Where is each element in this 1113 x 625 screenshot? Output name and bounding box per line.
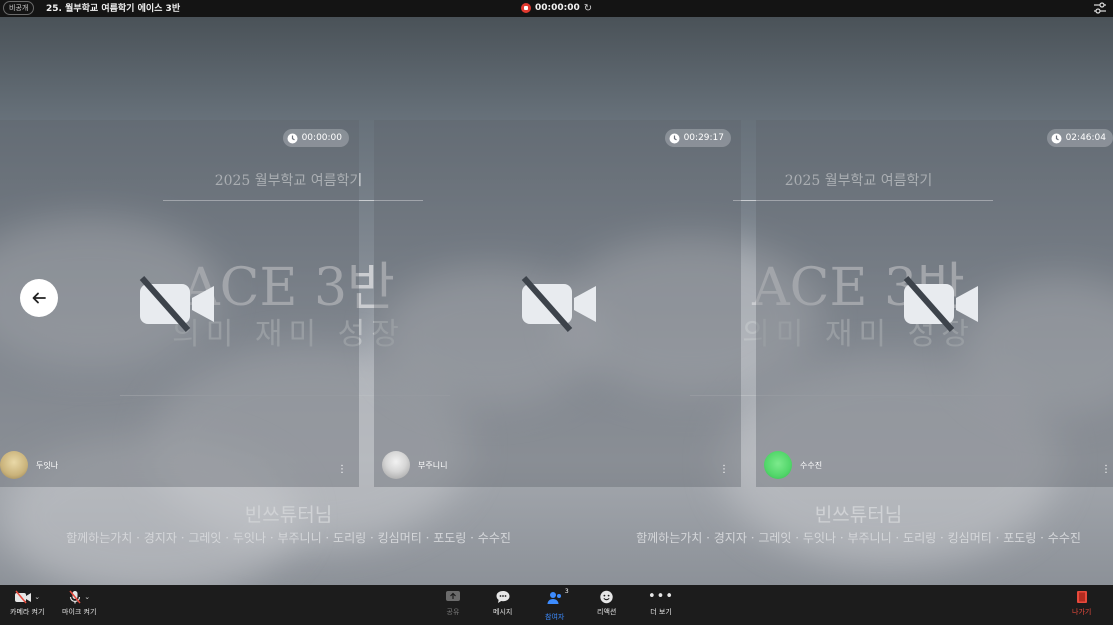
- clock-icon: [669, 133, 680, 143]
- participant-tile[interactable]: 00:29:17 부주니니 ⋮: [374, 120, 741, 487]
- camera-label: 카메라 켜기: [10, 608, 45, 616]
- clock-icon: [1051, 133, 1062, 143]
- avatar: [764, 451, 792, 479]
- share-screen-icon: [446, 591, 460, 601]
- participants-icon: [547, 592, 561, 604]
- meeting-toolbar: ⌄ 카메라 켜기 ⌄ 마이크 켜기 공유 메시지 3 참여자 리액션 ••• 더…: [0, 585, 1113, 625]
- avatar: [382, 451, 410, 479]
- clock-icon: [287, 133, 298, 143]
- more-horizontal-icon: •••: [648, 589, 675, 604]
- camera-off-icon: [903, 276, 978, 332]
- slide-members: 함께하는가치 · 경지자 · 그레잇 · 두잇나 · 부주니니 · 도리링 · …: [636, 531, 1081, 545]
- participant-name: 수수진: [800, 460, 823, 470]
- camera-off-icon: [15, 590, 32, 604]
- smile-icon: [600, 590, 613, 604]
- participants-count: 3: [564, 588, 569, 595]
- record-icon: [521, 3, 531, 13]
- reactions-button[interactable]: 리액션: [597, 590, 616, 617]
- chevron-down-icon[interactable]: ⌄: [84, 593, 90, 601]
- messages-button[interactable]: 메시지: [493, 590, 512, 617]
- leave-button[interactable]: 나가기: [1072, 590, 1091, 617]
- camera-off-icon: [521, 276, 596, 332]
- tile-timer: 00:29:17: [664, 129, 731, 147]
- participants-button[interactable]: 3 참여자: [545, 588, 569, 622]
- more-label: 더 보기: [650, 608, 672, 616]
- more-vertical-icon[interactable]: ⋮: [337, 464, 347, 475]
- participants-label: 참여자: [545, 613, 565, 621]
- arrow-left-icon: [32, 292, 46, 304]
- reactions-label: 리액션: [597, 608, 617, 616]
- participant-name: 부주니니: [418, 460, 448, 470]
- more-button[interactable]: ••• 더 보기: [648, 590, 674, 617]
- privacy-badge: 비공개: [3, 1, 35, 15]
- mic-label: 마이크 켜기: [62, 608, 97, 616]
- slide-members: 함께하는가치 · 경지자 · 그레잇 · 두잇나 · 부주니니 · 도리링 · …: [66, 531, 511, 545]
- slide-team: 빈쓰튜터님: [814, 504, 903, 526]
- timer-text: 02:46:04: [1065, 133, 1106, 143]
- more-vertical-icon[interactable]: ⋮: [1101, 464, 1111, 475]
- camera-off-icon: [139, 276, 214, 332]
- avatar: [0, 451, 28, 479]
- recording-indicator[interactable]: 00:00:00 ↻: [521, 0, 592, 16]
- leave-label: 나가기: [1072, 608, 1092, 616]
- timer-text: 00:00:00: [301, 133, 342, 143]
- tile-timer: 02:46:04: [1046, 129, 1113, 147]
- share-label: 공유: [446, 608, 460, 616]
- recording-time: 00:00:00: [535, 3, 580, 13]
- settings-sliders-icon[interactable]: [1093, 1, 1107, 15]
- mic-button[interactable]: ⌄ 마이크 켜기: [62, 590, 96, 617]
- participant-label: 두잇나: [0, 451, 58, 479]
- participant-label: 수수진: [764, 451, 822, 479]
- participant-label: 부주니니: [382, 451, 447, 479]
- slide-team: 빈쓰튜터님: [244, 504, 333, 526]
- share-button[interactable]: 공유: [445, 590, 461, 617]
- previous-page-button[interactable]: [20, 279, 58, 317]
- camera-button[interactable]: ⌄ 카메라 켜기: [10, 590, 44, 617]
- chevron-down-icon[interactable]: ⌄: [34, 593, 40, 601]
- top-bar: 비공개 25. 월부학교 여름학기 에이스 3반 00:00:00 ↻: [0, 0, 1113, 17]
- participant-name: 두잇나: [36, 460, 59, 470]
- leave-door-icon: [1076, 591, 1087, 603]
- messages-label: 메시지: [493, 608, 513, 616]
- participant-tile[interactable]: 02:46:04 수수진 ⋮: [756, 120, 1113, 487]
- timer-text: 00:29:17: [683, 133, 724, 143]
- refresh-icon[interactable]: ↻: [584, 3, 592, 14]
- mic-off-icon: [69, 590, 81, 604]
- video-stage: 2025 월부학교 여름학기 ACE 3반 의미 재미 성장 빈쓰튜터님 함께하…: [0, 17, 1113, 585]
- meeting-title: 25. 월부학교 여름학기 에이스 3반: [46, 4, 181, 14]
- more-vertical-icon[interactable]: ⋮: [719, 464, 729, 475]
- tile-timer: 00:00:00: [282, 129, 349, 147]
- chat-bubble-icon: [496, 591, 510, 603]
